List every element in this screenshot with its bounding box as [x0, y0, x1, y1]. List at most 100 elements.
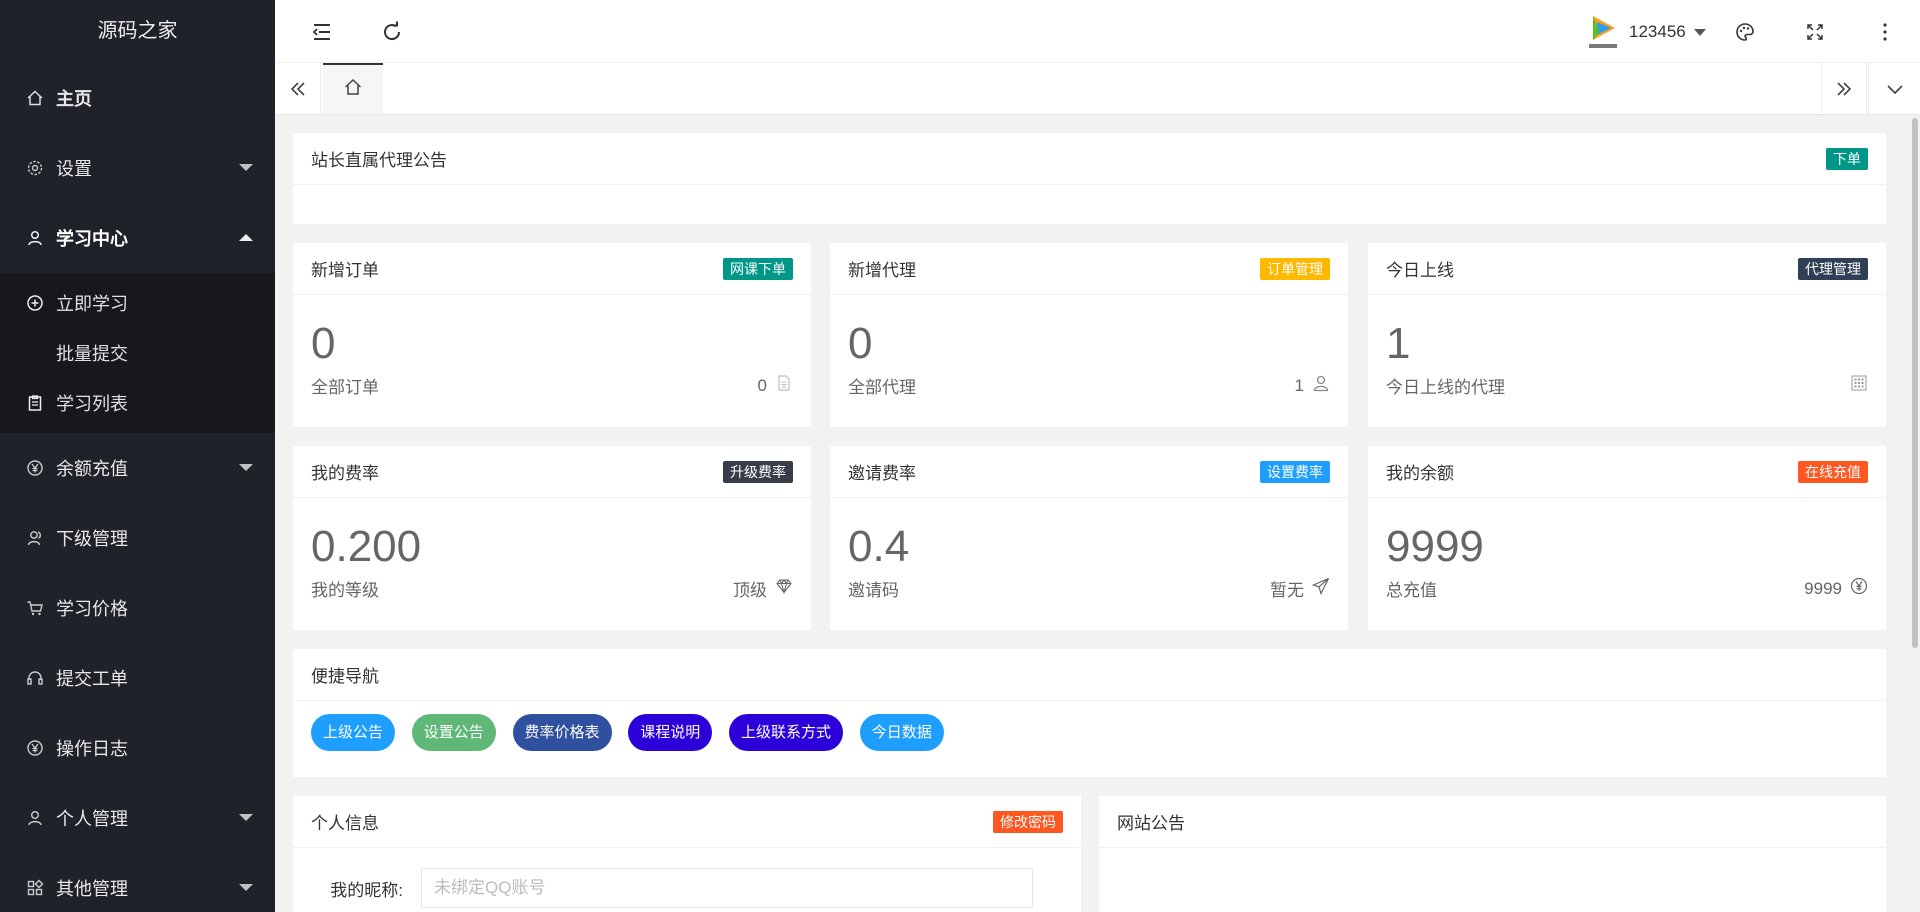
plus-circle-icon	[24, 292, 46, 314]
tab-home[interactable]	[323, 63, 383, 114]
fullscreen-icon[interactable]	[1803, 20, 1827, 44]
page-scrollbar[interactable]	[1912, 118, 1918, 648]
stat-sub-label: 全部订单	[311, 378, 379, 397]
stat-sub-value: 0	[757, 375, 767, 395]
card-title: 便捷导航	[311, 667, 379, 686]
collapse-menu-icon[interactable]	[310, 20, 334, 44]
order-management-button[interactable]: 订单管理	[1260, 257, 1330, 280]
caret-down-icon	[1693, 28, 1706, 36]
sidebar-subitem-batch-submit[interactable]: 批量提交	[0, 328, 275, 378]
stat-value: 9999	[1386, 522, 1484, 571]
stat-card-new-agents: 新增代理 订单管理 0 全部代理 1	[830, 243, 1348, 427]
card-title: 新增代理	[848, 261, 916, 280]
stat-sub-value: 1	[1294, 375, 1304, 395]
yen-circle-icon	[24, 457, 46, 479]
superior-notice-button[interactable]: 上级公告	[311, 714, 396, 751]
set-notice-button[interactable]: 设置公告	[411, 714, 496, 751]
set-rate-button[interactable]: 设置费率	[1260, 460, 1330, 483]
sidebar-item-prices[interactable]: 学习价格	[0, 573, 275, 643]
stat-value: 0.200	[311, 522, 422, 571]
app-logo[interactable]: 源码之家	[0, 0, 275, 63]
caret-down-icon	[239, 884, 253, 891]
home-icon	[343, 77, 363, 102]
sidebar-item-recharge[interactable]: 余额充值	[0, 433, 275, 503]
stat-card-online-today: 今日上线 代理管理 1 今日上线的代理	[1368, 243, 1886, 427]
sidebar-item-settings[interactable]: 设置	[0, 133, 275, 203]
today-data-button[interactable]: 今日数据	[859, 714, 944, 751]
announcement-card: 站长直属代理公告 下单	[293, 133, 1886, 224]
clipboard-icon	[24, 392, 46, 414]
order-badge-button[interactable]: 下单	[1826, 147, 1868, 170]
stat-sub-value: 暂无	[1270, 581, 1304, 600]
sidebar-item-label: 其他管理	[56, 879, 128, 899]
home-icon	[24, 87, 46, 109]
sidebar-item-ticket[interactable]: 提交工单	[0, 643, 275, 713]
cart-icon	[24, 597, 46, 619]
stat-sub-label: 总充值	[1386, 581, 1437, 600]
card-title: 我的余额	[1386, 464, 1454, 483]
stat-sub-label: 我的等级	[311, 581, 379, 600]
user-menu[interactable]: 123456	[1585, 10, 1706, 54]
personal-info-card: 个人信息 修改密码 我的昵称:	[293, 796, 1081, 912]
card-title: 今日上线	[1386, 261, 1454, 280]
quick-nav-card: 便捷导航 上级公告 设置公告 费率价格表 课程说明 上级联系方式 今日数据	[293, 649, 1886, 777]
stat-card-balance: 我的余额 在线充值 9999 总充值 9999	[1368, 446, 1886, 630]
tab-dropdown-icon[interactable]	[1868, 63, 1920, 114]
avatar	[1585, 12, 1621, 52]
sidebar-item-other[interactable]: 其他管理	[0, 853, 275, 912]
gear-icon	[24, 157, 46, 179]
stat-value: 0	[848, 319, 873, 368]
tab-scroll-right-icon[interactable]	[1821, 63, 1867, 114]
sidebar-item-label: 学习中心	[56, 229, 128, 249]
refresh-icon[interactable]	[380, 20, 404, 44]
nickname-field[interactable]	[421, 868, 1033, 908]
superior-contact-button[interactable]: 上级联系方式	[729, 714, 844, 751]
stat-sub-value: 顶级	[733, 581, 767, 600]
user-icon	[24, 227, 46, 249]
sidebar-item-learning-center[interactable]: 学习中心	[0, 203, 275, 273]
user-icon	[24, 807, 46, 829]
site-notice-card: 网站公告	[1099, 796, 1886, 912]
card-title: 新增订单	[311, 261, 379, 280]
top-header: 123456	[275, 0, 1920, 63]
course-order-button[interactable]: 网课下单	[723, 257, 793, 280]
sidebar-item-personal[interactable]: 个人管理	[0, 783, 275, 853]
caret-down-icon	[239, 814, 253, 821]
sidebar-subitem-learn-now[interactable]: 立即学习	[0, 278, 275, 328]
stat-value: 0.4	[848, 522, 910, 571]
grid-icon	[1850, 374, 1868, 397]
sidebar-item-home[interactable]: 主页	[0, 63, 275, 133]
sidebar-item-label: 余额充值	[56, 459, 128, 479]
theme-palette-icon[interactable]	[1733, 20, 1757, 44]
sidebar-item-subordinates[interactable]: 下级管理	[0, 503, 275, 573]
sidebar-item-label: 主页	[56, 89, 92, 109]
stat-card-new-orders: 新增订单 网课下单 0 全部订单 0	[293, 243, 811, 427]
yen-icon	[1850, 577, 1868, 600]
learning-center-submenu: 立即学习 批量提交 学习列表	[0, 273, 275, 433]
online-recharge-button[interactable]: 在线充值	[1798, 460, 1868, 483]
headset-icon	[24, 667, 46, 689]
stat-card-invite-rate: 邀请费率 设置费率 0.4 邀请码 暂无	[830, 446, 1348, 630]
sidebar-item-label: 设置	[56, 159, 92, 179]
sidebar-item-logs[interactable]: 操作日志	[0, 713, 275, 783]
rate-price-table-button[interactable]: 费率价格表	[512, 714, 612, 751]
more-vertical-icon[interactable]	[1873, 20, 1897, 44]
stat-sub-label: 邀请码	[848, 581, 899, 600]
stat-sub-label: 全部代理	[848, 378, 916, 397]
card-title: 网站公告	[1117, 814, 1185, 833]
agent-management-button[interactable]: 代理管理	[1798, 257, 1868, 280]
upgrade-rate-button[interactable]: 升级费率	[723, 460, 793, 483]
tab-scroll-left-icon[interactable]	[275, 63, 321, 114]
stat-value: 1	[1386, 319, 1411, 368]
course-info-button[interactable]: 课程说明	[628, 714, 713, 751]
document-icon	[775, 374, 793, 397]
sidebar-subitem-label: 立即学习	[56, 294, 128, 314]
sidebar-subitem-learning-list[interactable]: 学习列表	[0, 378, 275, 428]
change-password-button[interactable]: 修改密码	[993, 810, 1063, 833]
users-icon	[24, 527, 46, 549]
diamond-icon	[775, 577, 793, 600]
caret-up-icon	[239, 234, 253, 241]
caret-down-icon	[239, 164, 253, 171]
sidebar-item-label: 提交工单	[56, 669, 128, 689]
sidebar: 源码之家 主页 设置 学习中心 立即学习 批量提交 学习列表 余额充值 下级管理…	[0, 0, 275, 912]
